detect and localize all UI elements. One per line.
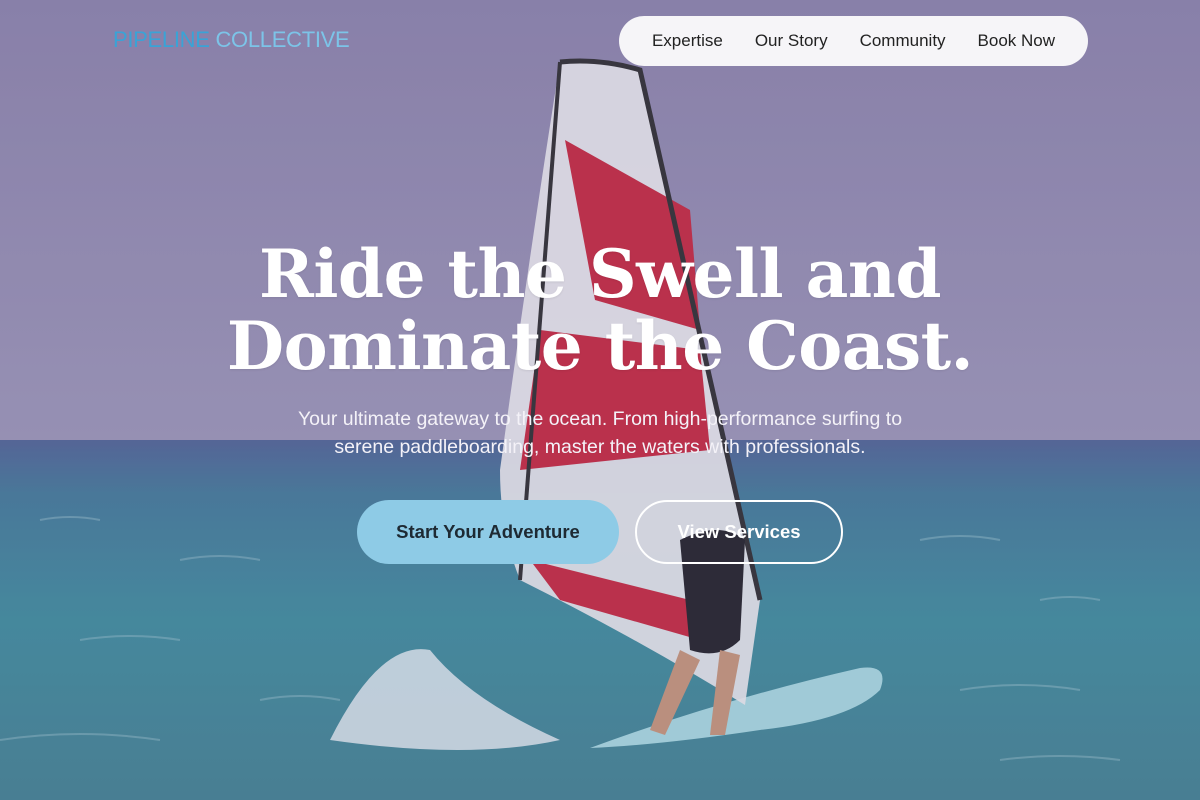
- top-navigation: Expertise Our Story Community Book Now: [619, 16, 1088, 66]
- nav-link-book-now[interactable]: Book Now: [962, 31, 1071, 51]
- view-services-button[interactable]: View Services: [635, 500, 843, 564]
- nav-link-expertise[interactable]: Expertise: [636, 31, 739, 51]
- subtitle-line-2: serene paddleboarding, master the waters…: [334, 436, 866, 458]
- nav-link-our-story[interactable]: Our Story: [739, 31, 844, 51]
- hero-subtitle: Your ultimate gateway to the ocean. From…: [0, 405, 1200, 461]
- logo-word-collective: COLLECTIVE: [215, 27, 350, 52]
- headline-line-1: Ride the Swell and: [259, 235, 941, 313]
- subtitle-line-1: Your ultimate gateway to the ocean. From…: [297, 408, 903, 430]
- nav-link-community[interactable]: Community: [844, 31, 962, 51]
- hero-headline: Ride the Swell and Dominate the Coast.: [0, 238, 1200, 382]
- hero-overlay: [0, 0, 1200, 800]
- headline-line-2: Dominate the Coast.: [226, 307, 974, 385]
- hero-section: [0, 0, 1200, 800]
- start-adventure-button[interactable]: Start Your Adventure: [357, 500, 619, 564]
- logo-word-pipeline: PIPELINE: [113, 27, 210, 52]
- site-logo[interactable]: PIPELINE COLLECTIVE: [113, 27, 350, 53]
